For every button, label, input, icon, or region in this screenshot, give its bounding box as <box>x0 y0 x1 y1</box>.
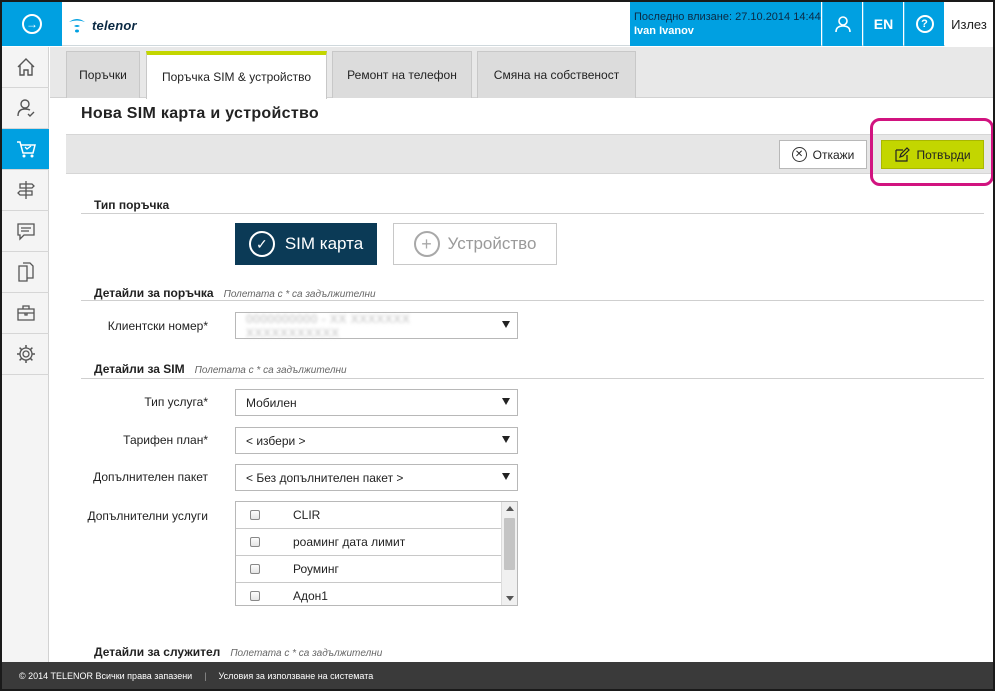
cart-icon <box>16 141 36 158</box>
service-checkbox[interactable] <box>250 537 260 547</box>
sidebar-item-settings[interactable] <box>2 334 49 375</box>
tab-ownership-change[interactable]: Смяна на собственост <box>477 51 636 98</box>
chevron-down-icon <box>502 436 510 443</box>
extra-package-label: Допълнителен пакет <box>93 470 208 484</box>
service-type-label: Тип услуга* <box>144 395 208 409</box>
chat-icon <box>16 223 35 241</box>
client-number-select[interactable]: 0000000000 - XX XXXXXXX XXXXXXXXXXX <box>235 311 518 340</box>
user-name: Ivan Ivanov <box>634 25 694 37</box>
service-checkbox[interactable] <box>250 510 260 520</box>
list-scrollbar[interactable] <box>501 502 517 605</box>
app-window: → telenor Последно влизане: 27.10.2014 1… <box>0 0 995 691</box>
sidebar-item-customers[interactable] <box>2 88 49 129</box>
user-info: Последно влизане: 27.10.2014 14:44 Ivan … <box>630 2 821 46</box>
extra-services-label: Допълнителни услуги <box>87 509 208 523</box>
client-number-label: Клиентски номер* <box>107 319 208 333</box>
service-label: Роуминг <box>293 562 339 576</box>
extra-package-value: < Без допълнителен пакет > <box>246 470 404 485</box>
tariff-plan-value: < избери > <box>246 433 306 448</box>
tariff-plan-select[interactable]: < избери > <box>235 427 518 454</box>
check-circle-icon: ✓ <box>248 231 275 257</box>
language-button[interactable]: EN <box>863 2 903 46</box>
order-type-heading: Тип поръчка <box>94 198 170 212</box>
chevron-down-icon <box>502 321 510 328</box>
signpost-icon <box>16 181 35 199</box>
list-item[interactable]: CLIR <box>236 502 502 529</box>
sidebar <box>2 47 49 662</box>
user-icon <box>834 16 851 33</box>
service-type-select[interactable]: Мобилен <box>235 389 518 416</box>
top-bar: → telenor Последно влизане: 27.10.2014 1… <box>2 2 993 46</box>
sidebar-item-documents[interactable] <box>2 252 49 293</box>
footer-separator: | <box>204 670 207 681</box>
extra-services-list[interactable]: CLIR роаминг дата лимит Роуминг Адон1 <box>235 501 518 606</box>
service-label: Адон1 <box>293 589 328 603</box>
arrow-right-circle-icon: → <box>22 14 42 34</box>
required-hint: Полетата с * са задължителни <box>230 648 383 659</box>
tab-sim-device-order[interactable]: Поръчка SIM & устройство <box>146 51 327 99</box>
tab-bar: Поръчки Поръчка SIM & устройство Ремонт … <box>50 47 993 99</box>
chevron-down-icon <box>502 473 510 480</box>
required-hint: Полетата с * са задължителни <box>223 289 376 300</box>
scroll-up-arrow-icon[interactable] <box>506 506 514 511</box>
section-divider <box>81 378 984 379</box>
tab-phone-repair[interactable]: Ремонт на телефон <box>332 51 472 98</box>
employee-details-heading: Детайли за служител Полетата с * са задъл… <box>94 645 383 659</box>
user-check-icon <box>16 99 34 117</box>
logout-button[interactable]: Излез <box>945 2 993 46</box>
copyright-text: © 2014 TELENOR Всички права запазени <box>19 670 193 681</box>
scroll-thumb[interactable] <box>504 518 515 570</box>
cancel-label: Откажи <box>812 147 855 162</box>
section-divider <box>81 213 984 214</box>
page-title: Нова SIM карта и устройство <box>81 105 319 122</box>
gear-icon <box>16 345 35 363</box>
sim-details-heading: Детайли за SIM Полетата с * са задължител… <box>94 362 347 376</box>
tariff-plan-label: Тарифен план* <box>123 433 208 447</box>
brand-name: telenor <box>92 17 137 33</box>
sidebar-item-navigation[interactable] <box>2 170 49 211</box>
telenor-logo[interactable]: telenor <box>66 14 137 36</box>
tab-orders[interactable]: Поръчки <box>66 51 140 98</box>
terms-link[interactable]: Условия за използване на системата <box>219 671 374 681</box>
chevron-down-icon <box>502 398 510 405</box>
device-label: Устройство <box>447 234 537 253</box>
plus-circle-icon: + <box>413 231 440 257</box>
scroll-down-arrow-icon[interactable] <box>506 596 514 601</box>
required-hint: Полетата с * са задължителни <box>194 365 347 376</box>
client-number-value: 0000000000 - XX XXXXXXX XXXXXXXXXXX <box>246 311 411 340</box>
list-item[interactable]: Адон1 <box>236 583 502 605</box>
last-login-text: Последно влизане: 27.10.2014 14:44 <box>634 11 821 23</box>
sidebar-item-messages[interactable] <box>2 211 49 252</box>
question-icon: ? <box>915 15 934 33</box>
close-circle-icon: ✕ <box>791 147 807 162</box>
profile-button[interactable] <box>822 2 862 46</box>
footer: © 2014 TELENOR Всички права запазени | У… <box>2 662 993 689</box>
service-label: CLIR <box>293 508 321 522</box>
section-divider <box>81 300 984 301</box>
service-type-value: Мобилен <box>246 395 297 410</box>
list-item[interactable]: Роуминг <box>236 556 502 583</box>
help-button[interactable]: ? <box>904 2 944 46</box>
sim-card-label: SIM карта <box>284 234 364 253</box>
list-item[interactable]: роаминг дата лимит <box>236 529 502 556</box>
home-icon <box>17 58 34 76</box>
sidebar-item-orders[interactable] <box>2 129 49 170</box>
service-checkbox[interactable] <box>250 564 260 574</box>
order-details-heading: Детайли за поръчка Полетата с * са задълж… <box>94 286 376 300</box>
documents-icon <box>17 262 34 282</box>
sidebar-item-home[interactable] <box>2 47 49 88</box>
cancel-button[interactable]: ✕ Откажи <box>779 140 867 169</box>
extra-package-select[interactable]: < Без допълнителен пакет > <box>235 464 518 491</box>
device-option[interactable]: + Устройство <box>393 223 557 265</box>
telenor-logo-icon <box>69 19 85 33</box>
sim-card-option[interactable]: ✓ SIM карта <box>235 223 377 265</box>
service-checkbox[interactable] <box>250 591 260 601</box>
service-label: роаминг дата лимит <box>293 535 406 549</box>
nav-toggle-button[interactable]: → <box>2 2 62 46</box>
highlight-annotation <box>870 118 993 186</box>
